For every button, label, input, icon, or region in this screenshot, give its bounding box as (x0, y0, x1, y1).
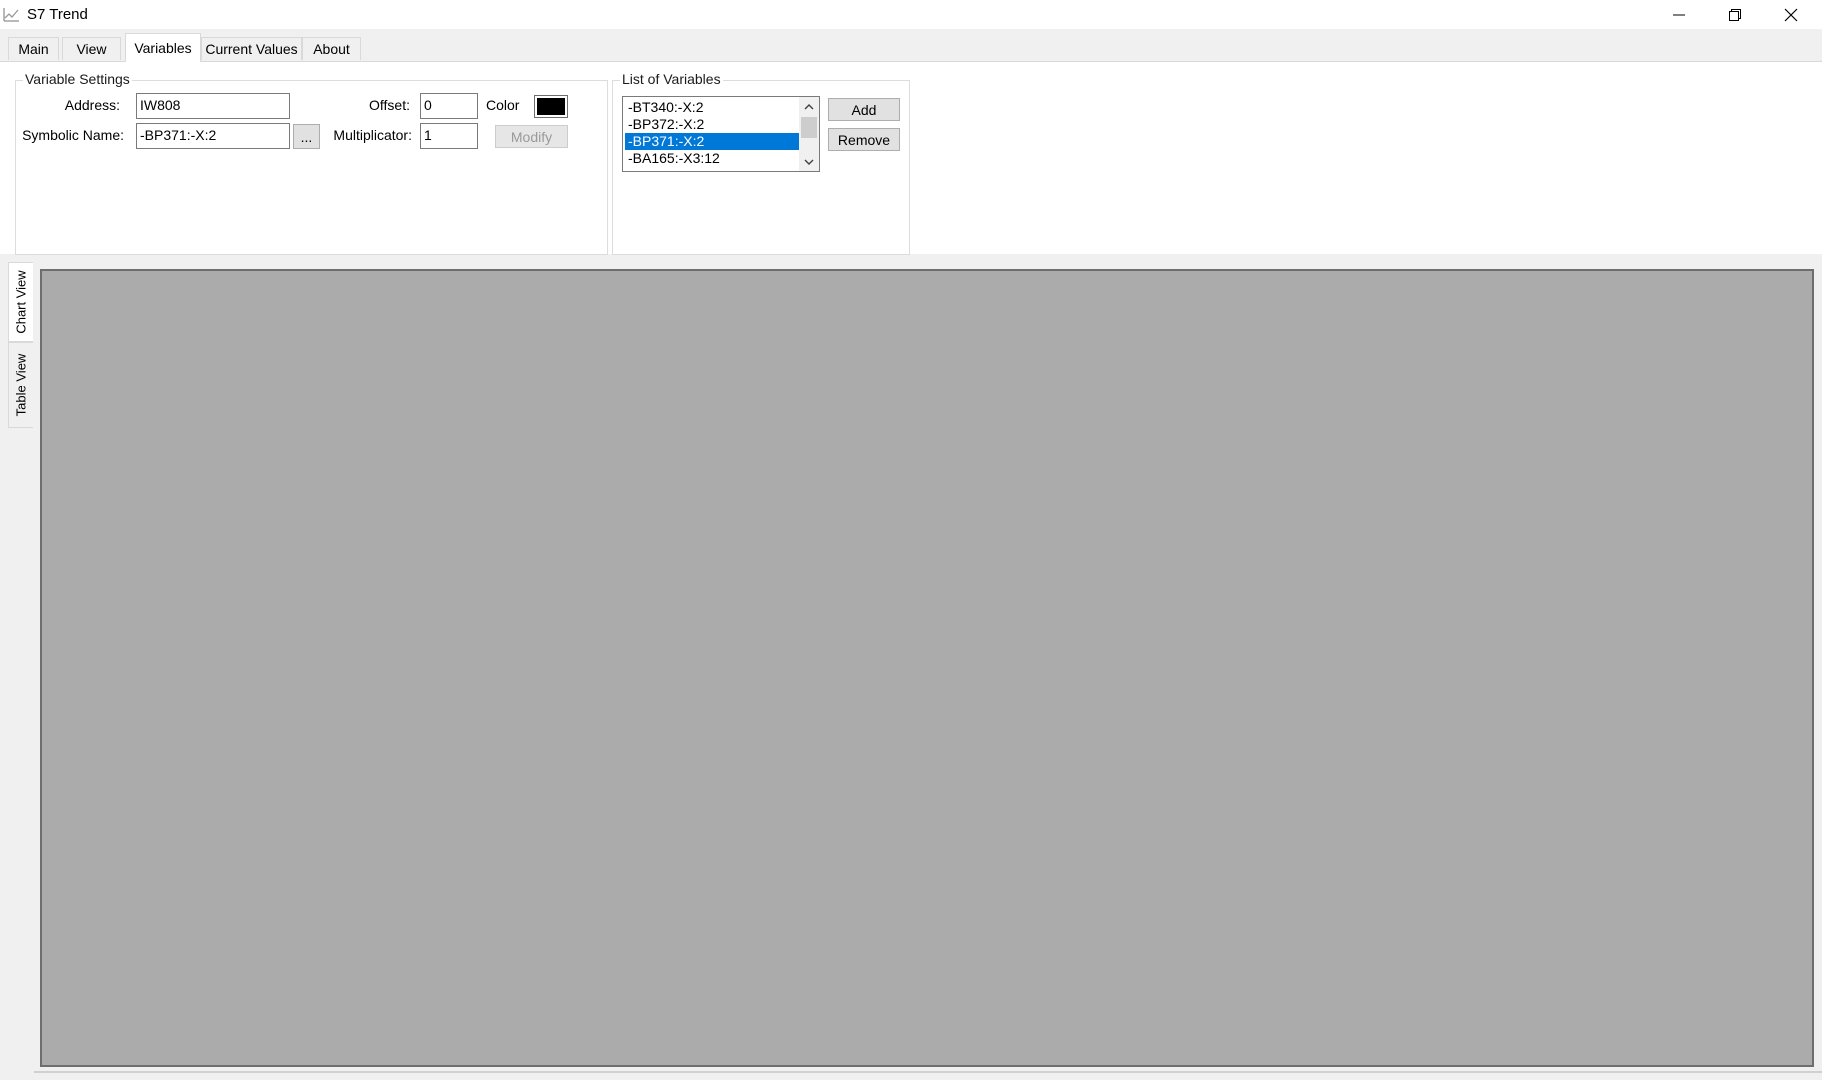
restore-button[interactable] (1707, 0, 1763, 29)
tab-main[interactable]: Main (8, 37, 59, 60)
tab-view[interactable]: View (62, 37, 121, 60)
chart-area[interactable] (40, 269, 1814, 1067)
remove-button[interactable]: Remove (828, 128, 900, 151)
close-icon (1784, 8, 1798, 21)
list-item[interactable]: -BA165:-X3:12 (625, 150, 800, 167)
window-title: S7 Trend (27, 6, 88, 23)
add-button[interactable]: Add (828, 98, 900, 121)
symbolic-name-input[interactable]: -BP371:-X:2 (136, 123, 290, 149)
variable-settings-caption: Variable Settings (23, 71, 132, 87)
color-swatch (537, 98, 565, 115)
tab-variables[interactable]: Variables (125, 33, 201, 62)
offset-input[interactable]: 0 (420, 93, 478, 119)
minimize-button[interactable] (1651, 0, 1707, 29)
ribbon-tabs: Main View Variables Current Values About (0, 29, 1822, 62)
tab-about[interactable]: About (302, 37, 361, 60)
minimize-icon (1673, 14, 1685, 15)
tab-table-view[interactable]: Table View (8, 342, 33, 428)
view-side-tabs: Chart View Table View (6, 262, 35, 432)
list-item[interactable]: -BP372:-X:2 (625, 116, 800, 133)
chart-app-icon (3, 6, 20, 23)
modify-button[interactable]: Modify (495, 125, 568, 148)
table-view-label: Table View (13, 353, 29, 417)
list-of-variables-caption: List of Variables (620, 71, 723, 87)
scroll-down-icon[interactable] (799, 153, 819, 170)
tab-chart-view[interactable]: Chart View (8, 262, 33, 342)
chart-view-label: Chart View (13, 270, 29, 334)
bottom-border (34, 1071, 1822, 1073)
color-picker-button[interactable] (534, 95, 568, 118)
tab-current-values[interactable]: Current Values (201, 37, 302, 60)
address-label: Address: (64, 97, 120, 113)
restore-icon (1729, 8, 1741, 21)
color-label: Color (486, 97, 520, 113)
variables-listbox[interactable]: -BT340:-X:2 -BP372:-X:2 -BP371:-X:2 -BA1… (622, 96, 820, 172)
list-scrollbar[interactable] (799, 97, 819, 171)
browse-symbol-button[interactable]: ... (293, 124, 320, 149)
symbolic-name-label: Symbolic Name: (22, 127, 124, 143)
offset-label: Offset: (369, 97, 410, 113)
scroll-up-icon[interactable] (799, 98, 819, 115)
list-item-selected[interactable]: -BP371:-X:2 (625, 133, 800, 150)
title-bar: S7 Trend (0, 0, 1822, 29)
close-button[interactable] (1763, 0, 1819, 29)
multiplicator-label: Multiplicator: (333, 127, 412, 143)
list-item[interactable]: -BT340:-X:2 (625, 99, 800, 116)
address-input[interactable]: IW808 (136, 93, 290, 119)
multiplicator-input[interactable]: 1 (420, 123, 478, 149)
scroll-thumb[interactable] (801, 117, 817, 138)
